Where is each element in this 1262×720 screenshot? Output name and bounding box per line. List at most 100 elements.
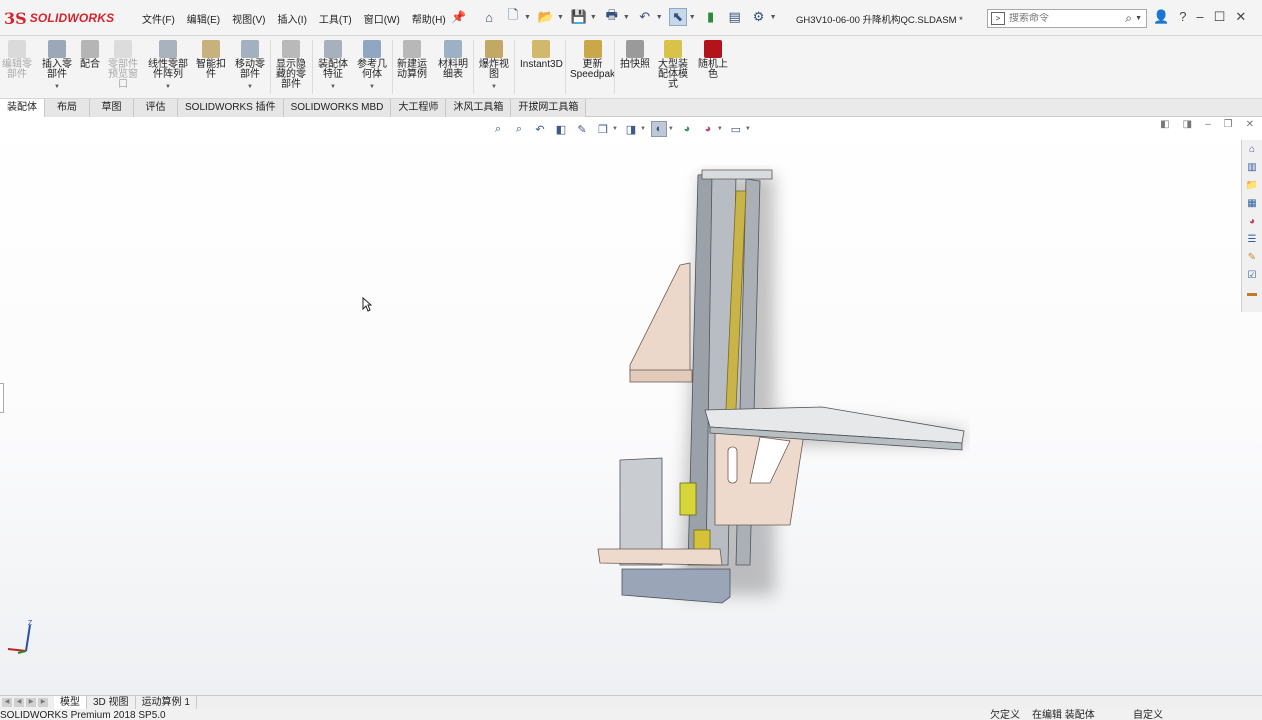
- chevron-down-icon[interactable]: ▼: [491, 82, 497, 92]
- options-icon[interactable]: ⚙: [750, 8, 768, 26]
- tab-assembly[interactable]: 装配体: [0, 99, 45, 117]
- menu-window[interactable]: 窗口(W): [364, 11, 400, 26]
- folder-icon[interactable]: ▬: [1245, 286, 1260, 301]
- tab-addins[interactable]: SOLIDWORKS 插件: [178, 99, 284, 117]
- user-icon[interactable]: 👤: [1153, 9, 1169, 25]
- zoom-to-fit-icon[interactable]: ⌕: [490, 121, 506, 137]
- chevron-down-icon[interactable]: ▼: [524, 14, 531, 21]
- reference-geometry-button[interactable]: 参考几 何体 ▼: [357, 40, 387, 92]
- menu-tools[interactable]: 工具(T): [319, 11, 352, 26]
- help-icon[interactable]: ?: [1179, 9, 1186, 25]
- tab-engineer[interactable]: 大工程师: [391, 99, 447, 117]
- next-tab-icon[interactable]: ▶: [26, 698, 36, 707]
- menu-file[interactable]: 文件(F): [142, 11, 175, 26]
- lift-mechanism-3d-model[interactable]: [590, 165, 970, 615]
- chevron-down-icon[interactable]: ▼: [54, 82, 60, 92]
- restore-icon[interactable]: ❐: [1224, 119, 1233, 130]
- take-snapshot-button[interactable]: 拍快照: [620, 40, 650, 70]
- update-speedpak-button[interactable]: 更新 Speedpak: [570, 40, 615, 80]
- chevron-down-icon[interactable]: ▼: [557, 14, 564, 21]
- chevron-down-icon[interactable]: ▼: [612, 126, 618, 132]
- component-preview-button[interactable]: 零部件 预览窗 口: [108, 40, 138, 90]
- menu-insert[interactable]: 插入(I): [277, 11, 306, 26]
- chevron-down-icon[interactable]: ▼: [369, 82, 375, 92]
- zoom-to-area-icon[interactable]: ⌕: [511, 121, 527, 137]
- solidworks-logo[interactable]: 3S SOLIDWORKS: [4, 5, 120, 31]
- chevron-down-icon[interactable]: ▼: [247, 82, 253, 92]
- chevron-down-icon[interactable]: ▼: [745, 126, 751, 132]
- previous-view-icon[interactable]: ↶: [532, 121, 548, 137]
- chevron-down-icon[interactable]: ▼: [717, 126, 723, 132]
- open-icon[interactable]: 📂: [537, 8, 555, 26]
- home-icon[interactable]: ⌂: [1245, 142, 1260, 157]
- search-icon[interactable]: ⌕: [1125, 11, 1132, 26]
- home-icon[interactable]: ⌂: [480, 8, 498, 26]
- feature-tree-toggle-handle[interactable]: [0, 383, 4, 413]
- undo-icon[interactable]: ↶: [636, 8, 654, 26]
- chevron-down-icon[interactable]: ▼: [689, 14, 696, 21]
- units-selector[interactable]: 自定义: [1133, 710, 1163, 720]
- linear-pattern-button[interactable]: 线性零部 件阵列 ▼: [148, 40, 188, 92]
- tab-motion-study-1[interactable]: 运动算例 1: [136, 696, 197, 709]
- first-tab-icon[interactable]: ◀: [2, 698, 12, 707]
- bill-of-materials-button[interactable]: 材料明 细表: [438, 40, 468, 80]
- chevron-down-icon[interactable]: ▼: [330, 82, 336, 92]
- search-commands[interactable]: > ⌕ ▼: [987, 9, 1147, 28]
- mate-button[interactable]: 配合: [80, 40, 100, 70]
- tab-model[interactable]: 模型: [54, 696, 87, 709]
- minimize-icon[interactable]: –: [1205, 119, 1211, 130]
- minimize-icon[interactable]: –: [1196, 9, 1203, 25]
- menu-view[interactable]: 视图(V): [232, 11, 265, 26]
- checklist-icon[interactable]: ☑: [1245, 268, 1260, 283]
- edit-part-button[interactable]: 编辑零 部件: [2, 40, 32, 80]
- prev-tab-icon[interactable]: ◀: [14, 698, 24, 707]
- file-explorer-icon[interactable]: 📁: [1245, 178, 1260, 193]
- restore-icon[interactable]: ☐: [1214, 9, 1226, 25]
- design-library-icon[interactable]: ▥: [1245, 160, 1260, 175]
- tab-evaluate[interactable]: 评估: [134, 99, 178, 117]
- edit-appearance-icon[interactable]: ◕: [679, 121, 695, 137]
- assembly-features-button[interactable]: 装配体 特征 ▼: [318, 40, 348, 92]
- section-view-icon[interactable]: ◧: [553, 121, 569, 137]
- apply-scene-icon[interactable]: ◕: [700, 121, 716, 137]
- menu-edit[interactable]: 编辑(E): [187, 11, 220, 26]
- large-assembly-mode-button[interactable]: 大型装 配体模 式: [658, 40, 688, 90]
- hide-show-items-icon[interactable]: ◐: [650, 121, 667, 137]
- tab-sketch[interactable]: 草图: [90, 99, 134, 117]
- last-tab-icon[interactable]: ▶: [38, 698, 48, 707]
- tile-left-icon[interactable]: ◧: [1160, 119, 1169, 130]
- save-icon[interactable]: 💾: [570, 8, 588, 26]
- insert-component-button[interactable]: 插入零 部件 ▼: [42, 40, 72, 92]
- file-properties-icon[interactable]: ▤: [726, 8, 744, 26]
- tab-mufeng-toolbox[interactable]: 沐风工具箱: [446, 99, 512, 117]
- move-component-button[interactable]: 移动零 部件 ▼: [235, 40, 265, 92]
- chevron-down-icon[interactable]: ▼: [623, 14, 630, 21]
- view-palette-icon[interactable]: ▦: [1245, 196, 1260, 211]
- pin-icon[interactable]: 📌: [451, 10, 466, 24]
- custom-properties-icon[interactable]: ☰: [1245, 232, 1260, 247]
- chevron-down-icon[interactable]: ▼: [1135, 15, 1142, 22]
- graphics-area[interactable]: ⌕ ⌕ ↶ ◧ ✎ ❒ ▼ ◨ ▼ ◐ ▼ ◕ ◕ ▼ ▭ ▼ ◧ ◨ – ❐ ✕ ⌂ ▥…: [0, 117, 1262, 695]
- forum-icon[interactable]: ✎: [1245, 250, 1260, 265]
- menu-help[interactable]: 帮助(H): [412, 11, 446, 26]
- search-input[interactable]: [1009, 13, 1119, 24]
- chevron-down-icon[interactable]: ▼: [640, 126, 646, 132]
- traffic-light-icon[interactable]: ▮: [702, 8, 720, 26]
- new-doc-icon[interactable]: 🗋: [504, 7, 522, 26]
- exploded-view-button[interactable]: 爆炸视 图 ▼: [479, 40, 509, 92]
- close-icon[interactable]: ✕: [1235, 9, 1246, 25]
- display-style-icon[interactable]: ◨: [623, 121, 639, 137]
- smart-fasteners-button[interactable]: 智能扣 件: [196, 40, 226, 80]
- chevron-down-icon[interactable]: ▼: [590, 14, 597, 21]
- view-orientation-icon[interactable]: ❒: [595, 121, 611, 137]
- appearances-icon[interactable]: ◕: [1245, 214, 1260, 229]
- random-color-button[interactable]: 随机上 色: [698, 40, 728, 80]
- tab-mbd[interactable]: SOLIDWORKS MBD: [283, 99, 392, 117]
- dynamic-annotation-icon[interactable]: ✎: [574, 121, 590, 137]
- new-motion-study-button[interactable]: 新建运 动算例: [397, 40, 427, 80]
- instant3d-button[interactable]: Instant3D: [520, 40, 563, 70]
- chevron-down-icon[interactable]: ▼: [165, 82, 171, 92]
- tab-layout[interactable]: 布局: [45, 99, 90, 117]
- close-icon[interactable]: ✕: [1246, 119, 1254, 130]
- tab-kaiba-toolbox[interactable]: 开拔网工具箱: [511, 99, 587, 117]
